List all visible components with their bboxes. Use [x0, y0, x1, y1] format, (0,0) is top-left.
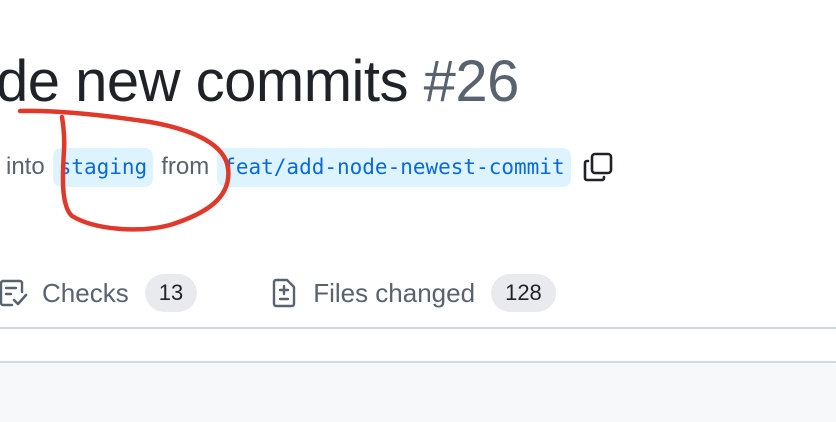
head-branch-link[interactable]: feat/add-node-newest-commit — [217, 147, 571, 187]
into-text: into — [6, 153, 45, 180]
tab-files-changed-label: Files changed — [313, 277, 476, 308]
tab-checks-counter: 13 — [144, 274, 198, 312]
tab-checks-label: Checks — [42, 277, 129, 308]
file-diff-icon — [267, 276, 301, 310]
pr-title-text: de new commits — [0, 49, 409, 114]
tab-checks[interactable]: Checks 13 — [0, 274, 198, 312]
tab-files-changed-counter: 128 — [491, 274, 556, 312]
pr-branch-meta: into staging from feat/add-node-newest-c… — [6, 146, 615, 188]
checklist-icon — [0, 276, 30, 310]
base-branch-link[interactable]: staging — [52, 147, 154, 187]
pr-tabs: Checks 13 Files changed 128 — [0, 260, 556, 326]
copy-icon — [583, 152, 612, 182]
tabs-divider — [0, 327, 836, 329]
from-text: from — [161, 153, 210, 180]
content-panel — [0, 361, 836, 422]
copy-branch-button[interactable] — [581, 150, 615, 184]
tab-files-changed[interactable]: Files changed 128 — [267, 274, 556, 312]
pr-number: #26 — [423, 49, 520, 114]
pr-header-view: de new commits #26 into staging from fea… — [0, 0, 836, 422]
pr-title: de new commits #26 — [0, 44, 519, 120]
